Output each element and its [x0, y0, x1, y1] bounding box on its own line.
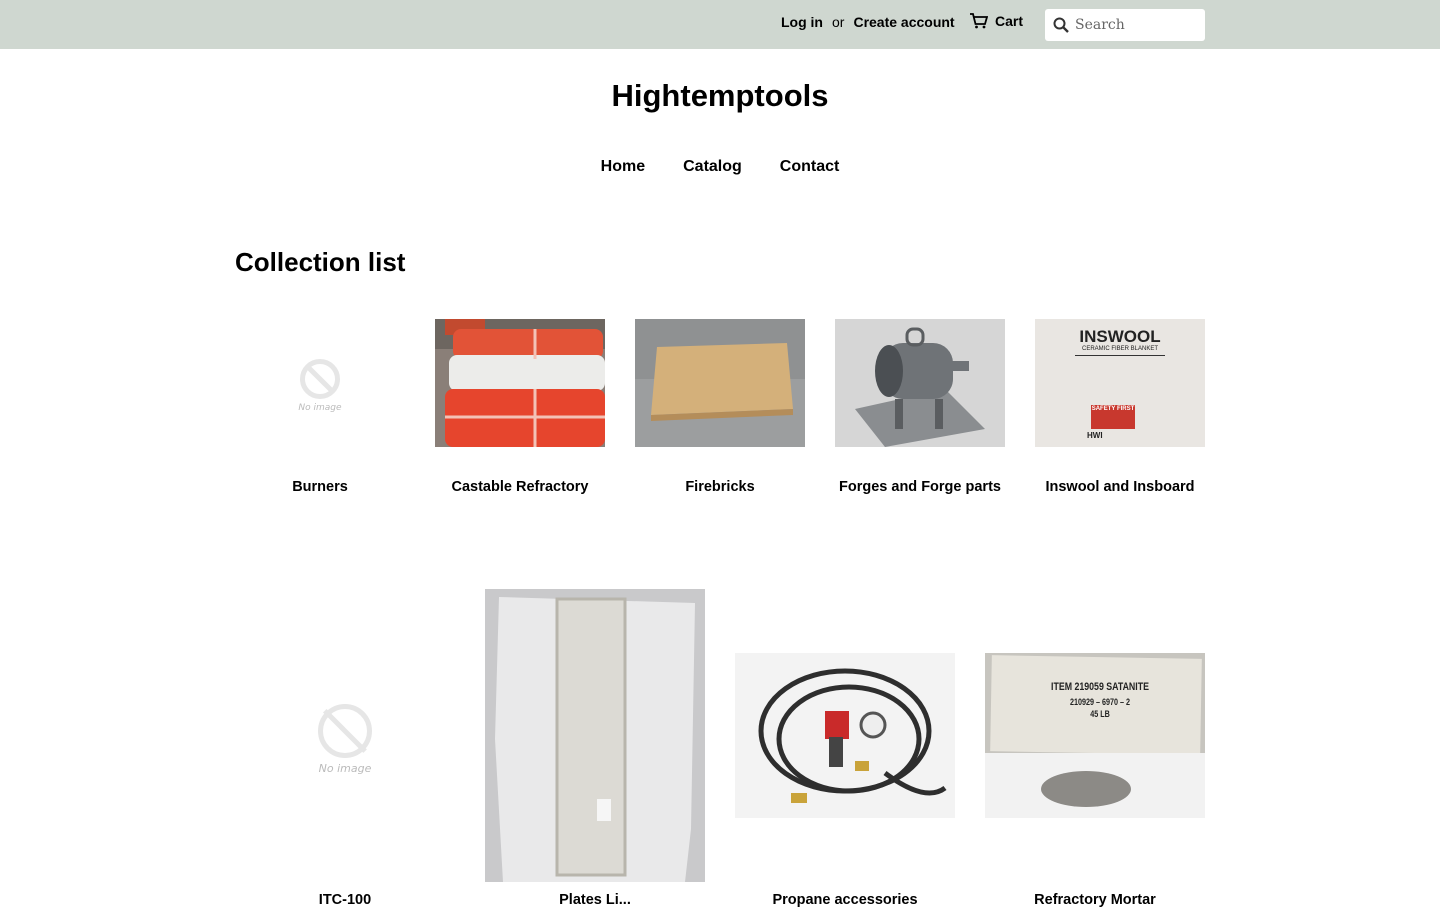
no-image-icon [300, 359, 340, 399]
no-image-placeholder: No image [235, 669, 455, 809]
collection-title[interactable]: Castable Refractory [435, 479, 605, 495]
collection-card-propane[interactable]: Propane accessories [735, 589, 955, 908]
firebrick-image [635, 319, 805, 447]
mortar-bag-image: ITEM 219059 SATANITE 210929 – 6970 – 2 4… [985, 653, 1205, 818]
search-box [1045, 9, 1205, 41]
forge-image [835, 319, 1005, 447]
propane-hose-image [735, 653, 955, 818]
section-title: Collection list [235, 247, 406, 277]
divider [1075, 355, 1165, 356]
account-links: Log in or Create account [781, 14, 955, 30]
collection-title[interactable]: Firebricks [635, 479, 805, 495]
no-image-text: No image [318, 761, 372, 775]
collection-card-itc100[interactable]: No image ITC-100 [235, 589, 455, 908]
mortar-item-text: ITEM 219059 SATANITE [1051, 681, 1149, 693]
search-icon[interactable] [1053, 17, 1069, 33]
site-title[interactable]: Hightemptools [0, 78, 1440, 114]
cart-link[interactable]: Cart [969, 13, 1023, 29]
create-account-link[interactable]: Create account [853, 14, 954, 30]
or-text: or [832, 14, 845, 30]
collection-card-castable[interactable]: Castable Refractory [435, 319, 605, 509]
mortar-lot-text: 210929 – 6970 – 2 [1069, 697, 1131, 707]
inswool-image: INSWOOL CERAMIC FIBER BLANKET SAFETY FIR… [1035, 319, 1205, 447]
cart-label: Cart [995, 13, 1024, 29]
refractory-bags-image [435, 319, 605, 447]
collection-title[interactable]: Propane accessories [735, 892, 955, 908]
collection-title[interactable]: Forges and Forge parts [835, 479, 1005, 495]
collection-title[interactable]: Refractory Mortar [985, 892, 1205, 908]
glass-plate-image [485, 589, 705, 882]
inswool-subtitle-text: CERAMIC FIBER BLANKET [1081, 346, 1158, 352]
top-bar: Log in or Create account Cart [0, 0, 1440, 49]
safety-first-text: SAFETY FIRST [1091, 406, 1135, 412]
no-image-placeholder: No image [235, 319, 405, 447]
nav-home[interactable]: Home [601, 158, 645, 176]
no-image-text: No image [298, 403, 342, 413]
login-link[interactable]: Log in [781, 14, 823, 30]
collection-card-firebricks[interactable]: Firebricks [635, 319, 805, 509]
collection-title[interactable]: Inswool and Insboard [1035, 479, 1205, 495]
nav-contact[interactable]: Contact [780, 158, 840, 176]
collection-title[interactable]: ITC-100 [235, 892, 455, 908]
inswool-brand-text: INSWOOL [1079, 327, 1161, 346]
search-input[interactable] [1075, 17, 1195, 33]
mortar-weight-text: 45 LB [1090, 709, 1110, 719]
cart-icon [970, 13, 988, 29]
no-image-icon [318, 703, 372, 758]
collection-card-burners[interactable]: No image Burners [235, 319, 405, 509]
collection-title[interactable]: Plates Li... [485, 892, 705, 908]
collection-card-plates[interactable]: Plates Li... [485, 589, 705, 908]
collection-card-mortar[interactable]: ITEM 219059 SATANITE 210929 – 6970 – 2 4… [985, 589, 1205, 908]
main-nav: Home Catalog Contact [0, 158, 1440, 176]
hwi-text: HWI [1087, 431, 1103, 440]
collection-card-forges[interactable]: Forges and Forge parts [835, 319, 1005, 509]
nav-catalog[interactable]: Catalog [683, 158, 742, 176]
collection-card-inswool[interactable]: INSWOOL CERAMIC FIBER BLANKET SAFETY FIR… [1035, 319, 1205, 509]
collection-title[interactable]: Burners [235, 479, 405, 495]
